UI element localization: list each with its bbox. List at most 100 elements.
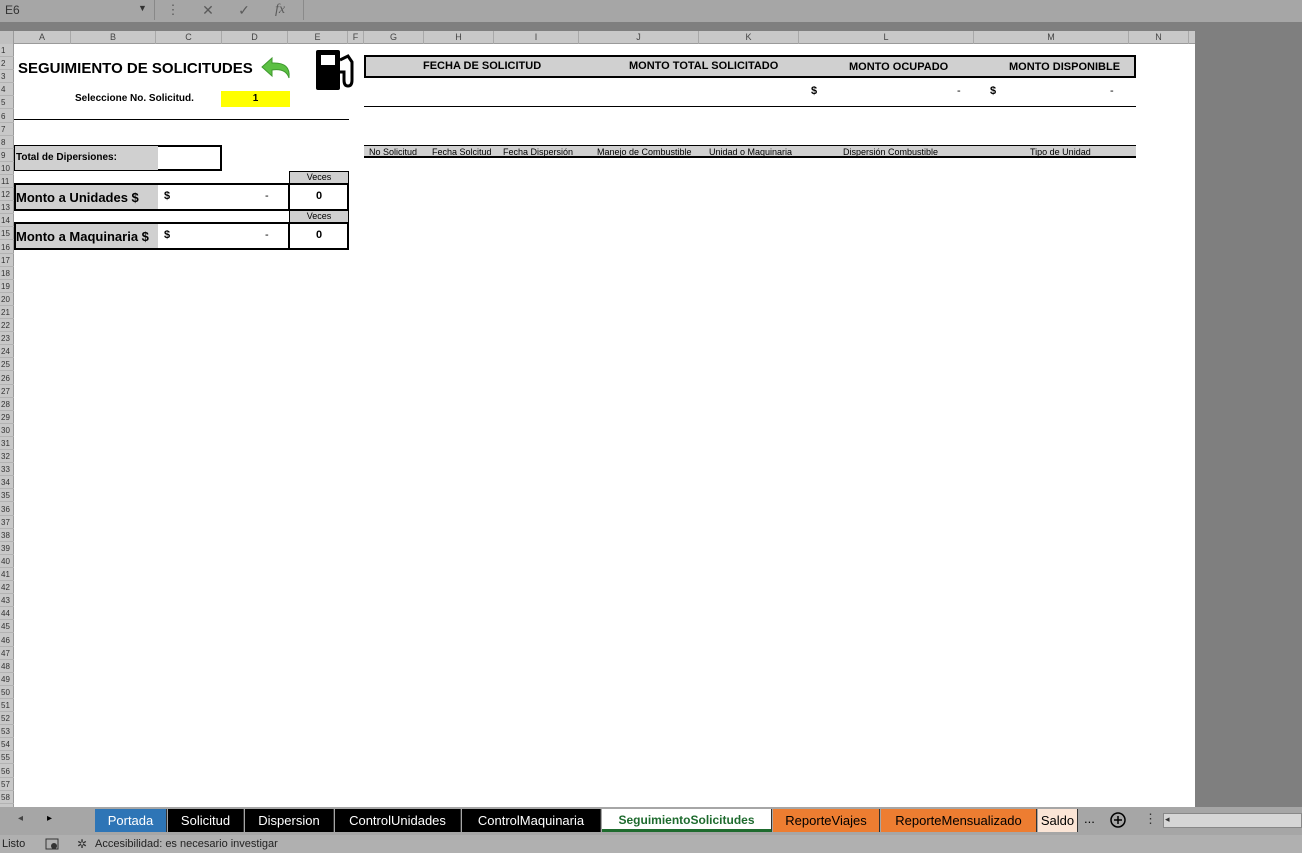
tab-options-icon[interactable]: ⋮ [1144, 811, 1157, 827]
row-header-22[interactable]: 22 [0, 319, 14, 333]
row-header-58[interactable]: 58 [0, 791, 14, 804]
sheet-tab-dispersion[interactable]: Dispersion [245, 809, 334, 832]
row-header-27[interactable]: 27 [0, 385, 14, 398]
row-header-47[interactable]: 47 [0, 647, 14, 660]
row-header-9[interactable]: 9 [0, 149, 14, 162]
row-header-46[interactable]: 46 [0, 634, 14, 647]
row-header-24[interactable]: 24 [0, 345, 14, 359]
row-header-50[interactable]: 50 [0, 686, 14, 699]
row-header-5[interactable]: 5 [0, 96, 14, 110]
row-header-16[interactable]: 16 [0, 241, 14, 254]
tab-scroll-right-icon[interactable]: ▸ [47, 813, 52, 824]
more-tabs[interactable]: ... [1084, 811, 1095, 826]
column-header-c[interactable]: C [156, 31, 222, 44]
row-header-53[interactable]: 53 [0, 725, 14, 739]
sheet-tab-seguimientosolicitudes[interactable]: SeguimientoSolicitudes [602, 809, 772, 832]
column-header-e[interactable]: E [288, 31, 348, 44]
row-header-34[interactable]: 34 [0, 476, 14, 490]
row-header-55[interactable]: 55 [0, 751, 14, 765]
column-header-k[interactable]: K [699, 31, 799, 44]
row-header-26[interactable]: 26 [0, 372, 14, 385]
column-header-g[interactable]: G [364, 31, 424, 44]
column-header-l[interactable]: L [799, 31, 974, 44]
sheet-tab-reportemensualizado[interactable]: ReporteMensualizado [881, 809, 1037, 832]
row-header-19[interactable]: 19 [0, 280, 14, 293]
row-header-28[interactable]: 28 [0, 398, 14, 411]
row-header-57[interactable]: 57 [0, 778, 14, 791]
row-header-17[interactable]: 17 [0, 254, 14, 267]
row-header-37[interactable]: 37 [0, 516, 14, 529]
name-box[interactable]: E6 [0, 0, 155, 20]
cancel-icon[interactable]: ✕ [197, 0, 219, 20]
column-header-m[interactable]: M [974, 31, 1129, 44]
row-header-48[interactable]: 48 [0, 660, 14, 673]
row-header-40[interactable]: 40 [0, 555, 14, 568]
name-box-dropdown-icon[interactable]: ▼ [138, 3, 147, 13]
column-header-h[interactable]: H [424, 31, 494, 44]
sheet-tab-controlmaquinaria[interactable]: ControlMaquinaria [462, 809, 601, 832]
sheet-tab-saldo[interactable]: Saldo [1038, 809, 1078, 832]
row-header-10[interactable]: 10 [0, 162, 14, 175]
row-header-2[interactable]: 2 [0, 57, 14, 71]
row-header-3[interactable]: 3 [0, 70, 14, 84]
formula-options-icon[interactable]: ⋮ [162, 0, 184, 20]
select-all-corner[interactable] [0, 31, 14, 44]
row-header-13[interactable]: 13 [0, 201, 14, 215]
column-header-a[interactable]: A [14, 31, 71, 44]
tab-scroll-left-icon[interactable]: ◂ [18, 813, 23, 824]
row-header-6[interactable]: 6 [0, 110, 14, 123]
row-header-43[interactable]: 43 [0, 594, 14, 608]
macro-record-icon[interactable] [45, 838, 59, 851]
horizontal-scrollbar[interactable] [1163, 813, 1302, 828]
row-header-49[interactable]: 49 [0, 673, 14, 686]
accessibility-icon[interactable]: ✲ [77, 837, 87, 851]
row-header-21[interactable]: 21 [0, 306, 14, 319]
row-header-14[interactable]: 14 [0, 214, 14, 228]
back-arrow-icon[interactable] [258, 52, 296, 82]
row-header-54[interactable]: 54 [0, 738, 14, 752]
row-header-36[interactable]: 36 [0, 503, 14, 516]
enter-icon[interactable]: ✓ [233, 0, 255, 20]
row-header-39[interactable]: 39 [0, 542, 14, 555]
column-header-j[interactable]: J [579, 31, 699, 44]
column-header-b[interactable]: B [71, 31, 156, 44]
accessibility-status[interactable]: Accesibilidad: es necesario investigar [95, 838, 278, 850]
sheet-tab-solicitud[interactable]: Solicitud [168, 809, 244, 832]
row-header-18[interactable]: 18 [0, 267, 14, 280]
sheet-tab-portada[interactable]: Portada [95, 809, 167, 832]
select-input[interactable]: 1 [221, 91, 290, 107]
scroll-left-arrow-icon[interactable]: ◂ [1165, 814, 1170, 825]
row-header-30[interactable]: 30 [0, 424, 14, 437]
formula-input[interactable] [303, 0, 1302, 20]
add-sheet-icon[interactable] [1109, 811, 1127, 829]
column-header-d[interactable]: D [222, 31, 288, 44]
sheet-tab-controlunidades[interactable]: ControlUnidades [335, 809, 461, 832]
row-header-31[interactable]: 31 [0, 437, 14, 450]
row-header-42[interactable]: 42 [0, 581, 14, 595]
row-header-38[interactable]: 38 [0, 529, 14, 542]
row-header-8[interactable]: 8 [0, 136, 14, 149]
row-header-45[interactable]: 45 [0, 620, 14, 634]
row-header-35[interactable]: 35 [0, 489, 14, 503]
row-header-12[interactable]: 12 [0, 188, 14, 202]
row-header-15[interactable]: 15 [0, 227, 14, 241]
row-header-41[interactable]: 41 [0, 568, 14, 581]
row-header-29[interactable]: 29 [0, 411, 14, 424]
row-header-20[interactable]: 20 [0, 293, 14, 306]
column-header-i[interactable]: I [494, 31, 579, 44]
row-header-33[interactable]: 33 [0, 463, 14, 477]
row-header-7[interactable]: 7 [0, 123, 14, 136]
column-header-n[interactable]: N [1129, 31, 1189, 44]
insert-function-icon[interactable]: fx [268, 0, 292, 20]
row-header-44[interactable]: 44 [0, 607, 14, 621]
row-header-25[interactable]: 25 [0, 358, 14, 372]
row-header-32[interactable]: 32 [0, 450, 14, 464]
row-header-11[interactable]: 11 [0, 175, 14, 188]
row-header-56[interactable]: 56 [0, 765, 14, 778]
row-header-1[interactable]: 1 [0, 44, 14, 57]
sheet-tab-reporteviajes[interactable]: ReporteViajes [773, 809, 880, 832]
row-header-23[interactable]: 23 [0, 332, 14, 346]
column-header-f[interactable]: F [348, 31, 364, 44]
row-header-52[interactable]: 52 [0, 712, 14, 726]
row-header-4[interactable]: 4 [0, 83, 14, 97]
